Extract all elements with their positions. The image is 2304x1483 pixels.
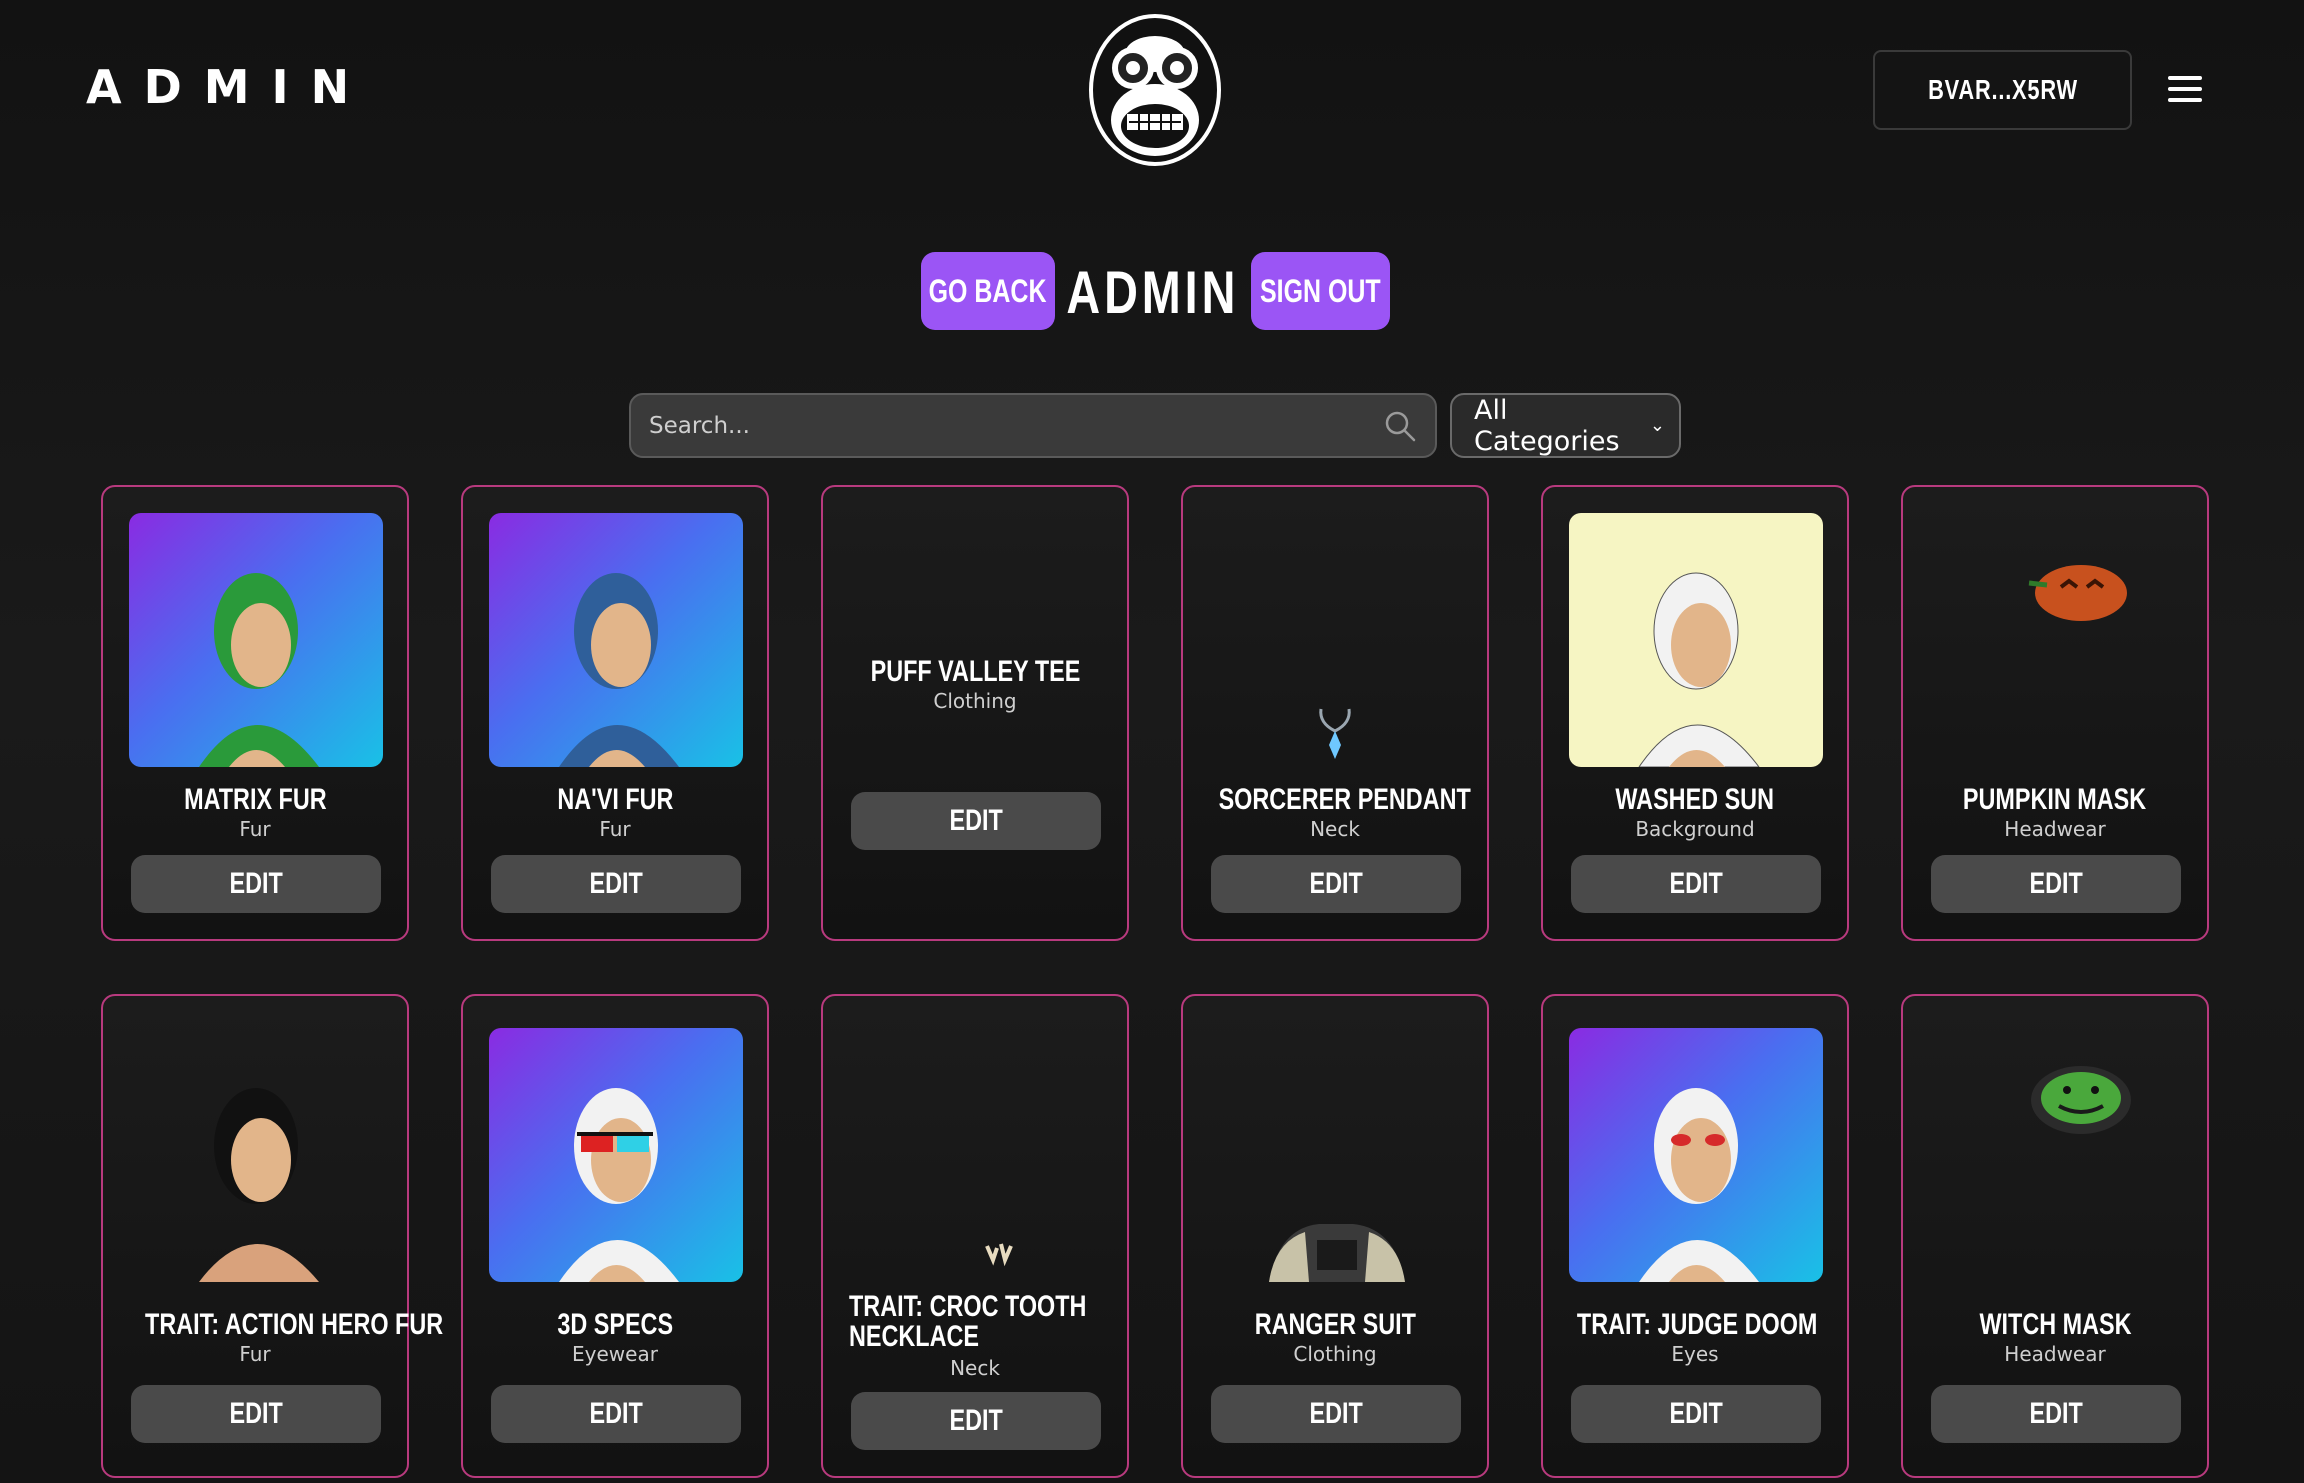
edit-button[interactable]: EDIT xyxy=(1571,855,1821,913)
page-title: ADMIN xyxy=(1066,258,1240,326)
wallet-button[interactable]: BVAR...X5RW xyxy=(1873,50,2132,130)
trait-category: Headwear xyxy=(2004,1342,2106,1366)
edit-button[interactable]: EDIT xyxy=(491,855,741,913)
trait-card: RANGER SUIT Clothing EDIT xyxy=(1181,994,1489,1478)
edit-button[interactable]: EDIT xyxy=(131,1385,381,1443)
trait-card: TRAIT: JUDGE DOOM Eyes EDIT xyxy=(1541,994,1849,1478)
trait-image xyxy=(129,513,383,767)
sign-out-button[interactable]: SIGN OUT xyxy=(1251,252,1390,330)
trait-category: Fur xyxy=(239,1342,271,1366)
trait-name: WASHED SUN xyxy=(1615,783,1775,816)
edit-button[interactable]: EDIT xyxy=(131,855,381,913)
trait-name: PUFF VALLEY TEE xyxy=(870,655,1080,688)
trait-image xyxy=(1569,1028,1823,1282)
edit-button[interactable]: EDIT xyxy=(1211,1385,1461,1443)
trait-card: TRAIT: CROC TOOTH NECKLACE Neck EDIT xyxy=(821,994,1129,1478)
trait-name: RANGER SUIT xyxy=(1254,1308,1416,1341)
edit-button[interactable]: EDIT xyxy=(1211,855,1461,913)
edit-button[interactable]: EDIT xyxy=(1931,1385,2181,1443)
trait-name: SORCERER PENDANT xyxy=(1218,783,1471,816)
search-input[interactable] xyxy=(649,412,1383,439)
trait-card: SORCERER PENDANT Neck EDIT xyxy=(1181,485,1489,941)
trait-category: Fur xyxy=(239,817,271,841)
trait-image xyxy=(489,513,743,767)
trait-category: Neck xyxy=(1310,817,1360,841)
trait-image xyxy=(1209,513,1463,767)
trait-card: WITCH MASK Headwear EDIT xyxy=(1901,994,2209,1478)
trait-image xyxy=(129,1028,383,1282)
trait-card: TRAIT: ACTION HERO FUR Fur EDIT xyxy=(101,994,444,1478)
trait-name: MATRIX FUR xyxy=(183,783,327,816)
trait-card: PUMPKIN MASK Headwear EDIT xyxy=(1901,485,2209,941)
category-select-value: All Categories xyxy=(1474,394,1620,457)
edit-button[interactable]: EDIT xyxy=(851,1392,1101,1450)
trait-card: NA'VI FUR Fur EDIT xyxy=(461,485,769,941)
trait-category: Background xyxy=(1635,817,1755,841)
trait-image xyxy=(1209,1028,1463,1282)
trait-image xyxy=(489,1028,743,1282)
category-select[interactable]: All Categories ⌄ xyxy=(1450,393,1681,458)
trait-name: TRAIT: JUDGE DOOM xyxy=(1576,1308,1818,1341)
trait-category: Fur xyxy=(599,817,631,841)
hamburger-menu-icon[interactable] xyxy=(2168,76,2202,106)
trait-image xyxy=(849,1028,1103,1282)
trait-category: Clothing xyxy=(933,689,1017,713)
trait-image xyxy=(1929,1028,2183,1282)
search-bar xyxy=(629,393,1437,458)
trait-card: 3D SPECS Eyewear EDIT xyxy=(461,994,769,1478)
edit-button[interactable]: EDIT xyxy=(851,792,1101,850)
trait-image xyxy=(1569,513,1823,767)
trait-name: 3D SPECS xyxy=(557,1308,673,1341)
trait-card: WASHED SUN Background EDIT xyxy=(1541,485,1849,941)
edit-button[interactable]: EDIT xyxy=(1571,1385,1821,1443)
edit-button[interactable]: EDIT xyxy=(1931,855,2181,913)
trait-category: Clothing xyxy=(1293,1342,1377,1366)
chevron-down-icon: ⌄ xyxy=(1649,415,1665,436)
brand-title: ADMIN xyxy=(86,60,372,114)
trait-name: TRAIT: CROC TOOTH NECKLACE xyxy=(849,1290,1087,1353)
trait-image xyxy=(1929,513,2183,767)
trait-category: Eyes xyxy=(1671,1342,1719,1366)
go-back-button[interactable]: GO BACK xyxy=(921,252,1055,330)
trait-card: PUFF VALLEY TEE Clothing EDIT xyxy=(821,485,1129,941)
trait-category: Neck xyxy=(950,1356,1000,1380)
trait-category: Eyewear xyxy=(572,1342,658,1366)
trait-name: WITCH MASK xyxy=(1978,1308,2132,1341)
trait-name: TRAIT: ACTION HERO FUR xyxy=(145,1308,444,1341)
trait-name: PUMPKIN MASK xyxy=(1963,783,2147,816)
trait-name: NA'VI FUR xyxy=(556,783,674,816)
wallet-address: BVAR...X5RW xyxy=(1927,74,2078,105)
gorilla-logo-icon[interactable] xyxy=(1085,8,1225,168)
edit-button[interactable]: EDIT xyxy=(491,1385,741,1443)
trait-category: Headwear xyxy=(2004,817,2106,841)
search-icon[interactable] xyxy=(1383,409,1417,443)
trait-card: MATRIX FUR Fur EDIT xyxy=(101,485,409,941)
